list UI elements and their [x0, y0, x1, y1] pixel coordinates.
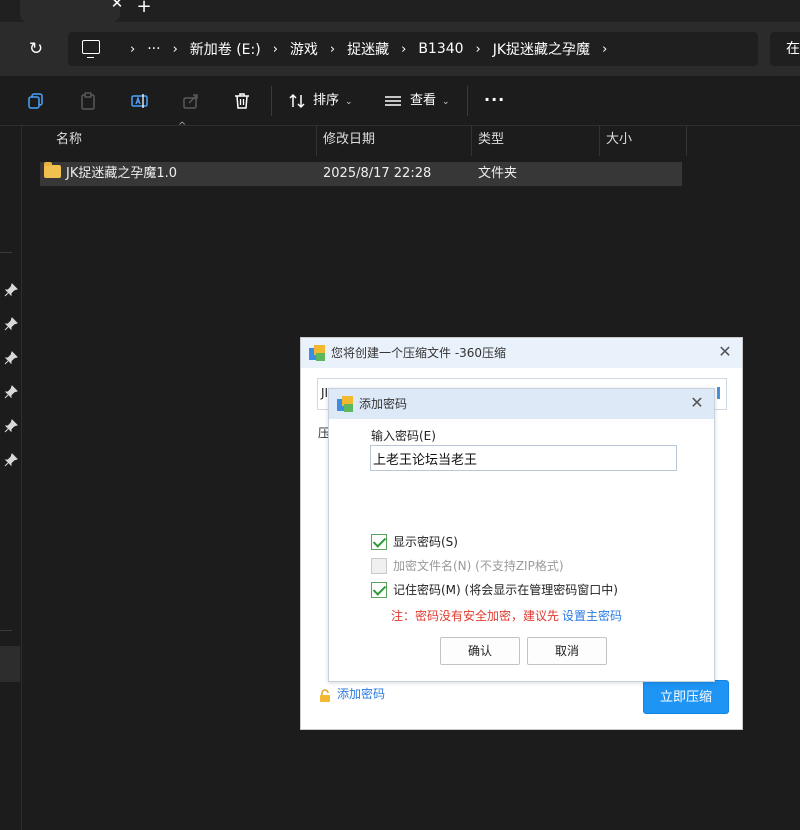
show-password-row[interactable]: 显示密码(S): [371, 533, 458, 551]
remember-password-checkbox[interactable]: [371, 582, 387, 598]
security-note: 注：密码没有安全加密，建议先 设置主密码: [391, 607, 622, 625]
pin-icon[interactable]: [4, 452, 18, 467]
column-header-type[interactable]: 类型: [478, 126, 504, 156]
show-password-checkbox[interactable]: [371, 534, 387, 550]
column-divider[interactable]: [471, 126, 472, 156]
set-master-password-link[interactable]: 设置主密码: [562, 609, 622, 623]
tab-strip: ✕ +: [0, 0, 800, 22]
file-modified: 2025/8/17 22:28: [323, 166, 432, 181]
show-password-label[interactable]: 显示密码(S): [393, 533, 458, 551]
toolbar-divider: [271, 86, 272, 116]
app-360-icon: [309, 345, 325, 361]
crumb-b1340[interactable]: B1340: [418, 41, 463, 57]
column-divider[interactable]: [686, 126, 687, 156]
compress-now-button[interactable]: 立即压缩: [643, 680, 729, 714]
crumb-separator: ›: [130, 41, 136, 57]
pin-icon[interactable]: [4, 384, 18, 399]
more-options-icon[interactable]: ···: [484, 90, 505, 109]
remember-password-label[interactable]: 记住密码(M) (将会显示在管理密码窗口中): [393, 581, 618, 599]
crumb-separator[interactable]: ›: [476, 42, 481, 57]
rename-icon[interactable]: [130, 91, 150, 111]
app-360-icon: [337, 396, 353, 412]
crumb-separator[interactable]: ›: [330, 42, 335, 57]
view-icon[interactable]: [383, 91, 403, 111]
nav-divider: [0, 252, 12, 253]
delete-icon[interactable]: [232, 91, 252, 111]
crumb-games[interactable]: 游戏: [290, 39, 318, 59]
add-password-title: 添加密码: [359, 397, 408, 411]
sort-label: 排序: [313, 93, 340, 108]
pin-icon[interactable]: [4, 350, 18, 365]
pin-icon[interactable]: [4, 316, 18, 331]
password-input[interactable]: [370, 445, 677, 471]
search-input[interactable]: 在: [770, 32, 800, 66]
password-label: 输入密码(E): [371, 429, 436, 443]
crumb-more[interactable]: ···: [147, 41, 160, 57]
sort-button[interactable]: 排序 ⌄: [313, 91, 353, 112]
chevron-down-icon: ⌄: [442, 97, 450, 107]
add-password-dialog: 添加密码 ✕ 输入密码(E) 显示密码(S) 加密文件名(N) (不支持ZIP格…: [328, 388, 715, 682]
crumb-drive[interactable]: 新加卷 (E:): [190, 39, 261, 59]
chevron-down-icon: ⌄: [345, 97, 353, 107]
cancel-button[interactable]: 取消: [527, 637, 607, 665]
sort-icon[interactable]: [287, 91, 307, 111]
column-header-size[interactable]: 大小: [606, 126, 632, 156]
sort-indicator-icon: ^: [178, 121, 187, 132]
nav-divider: [0, 630, 12, 631]
encrypt-filenames-label: 加密文件名(N) (不支持ZIP格式): [393, 559, 564, 573]
security-note-text: 注：密码没有安全加密，建议先: [391, 609, 560, 623]
crumb-current-folder[interactable]: JK捉迷藏之孕魔: [493, 39, 590, 59]
toolbar-divider: [467, 86, 468, 116]
confirm-button[interactable]: 确认: [440, 637, 520, 665]
file-name: JK捉迷藏之孕魔1.0: [66, 166, 178, 181]
breadcrumb: › ··· › 新加卷 (E:) › 游戏 › 捉迷藏 › B1340 › JK…: [118, 32, 619, 66]
view-label: 查看: [410, 93, 437, 108]
lock-icon: [319, 687, 331, 702]
crumb-separator[interactable]: ›: [602, 42, 607, 57]
browse-icon[interactable]: [717, 387, 720, 399]
close-icon[interactable]: ✕: [716, 342, 734, 362]
column-header-name[interactable]: 名称: [56, 126, 82, 156]
add-password-titlebar[interactable]: 添加密码 ✕: [329, 389, 714, 419]
encrypt-filenames-checkbox: [371, 558, 387, 574]
paste-icon[interactable]: [78, 91, 98, 111]
pin-icon[interactable]: [4, 282, 18, 297]
column-header-modified[interactable]: 修改日期: [323, 126, 375, 156]
crumb-separator[interactable]: ›: [401, 42, 406, 57]
crumb-separator[interactable]: ›: [173, 42, 178, 57]
new-tab-icon[interactable]: +: [134, 0, 154, 16]
column-divider[interactable]: [599, 126, 600, 156]
refresh-icon[interactable]: ↻: [22, 36, 50, 62]
pc-icon: [82, 40, 100, 58]
address-row: ↻ › ··· › 新加卷 (E:) › 游戏 › 捉迷藏 › B1340 › …: [0, 22, 800, 76]
column-divider[interactable]: [316, 126, 317, 156]
add-password-link[interactable]: 添加密码: [337, 685, 385, 703]
navigation-pane: [0, 126, 22, 830]
compress-dialog-titlebar[interactable]: 您将创建一个压缩文件 -360压缩 ✕: [301, 338, 742, 368]
command-bar: 排序 ⌄ 查看 ⌄ ···: [0, 76, 800, 126]
crumb-separator[interactable]: ›: [273, 42, 278, 57]
copy-icon[interactable]: [26, 91, 46, 111]
close-tab-icon[interactable]: ✕: [108, 0, 126, 11]
address-bar[interactable]: › ··· › 新加卷 (E:) › 游戏 › 捉迷藏 › B1340 › JK…: [68, 32, 758, 66]
remember-password-row[interactable]: 记住密码(M) (将会显示在管理密码窗口中): [371, 581, 618, 599]
pin-icon[interactable]: [4, 418, 18, 433]
file-row[interactable]: JK捉迷藏之孕魔1.0 2025/8/17 22:28 文件夹: [40, 162, 682, 186]
close-icon[interactable]: ✕: [688, 393, 706, 413]
encrypt-filenames-row: 加密文件名(N) (不支持ZIP格式): [371, 557, 564, 575]
folder-icon: [44, 162, 61, 178]
active-tab[interactable]: ✕: [20, 0, 123, 22]
nav-selected-item[interactable]: [0, 646, 20, 682]
view-button[interactable]: 查看 ⌄: [410, 91, 450, 112]
share-icon[interactable]: [181, 91, 201, 111]
file-type: 文件夹: [478, 166, 518, 181]
compress-dialog-title: 您将创建一个压缩文件 -360压缩: [331, 346, 507, 360]
crumb-hide-and-seek[interactable]: 捉迷藏: [347, 39, 389, 59]
